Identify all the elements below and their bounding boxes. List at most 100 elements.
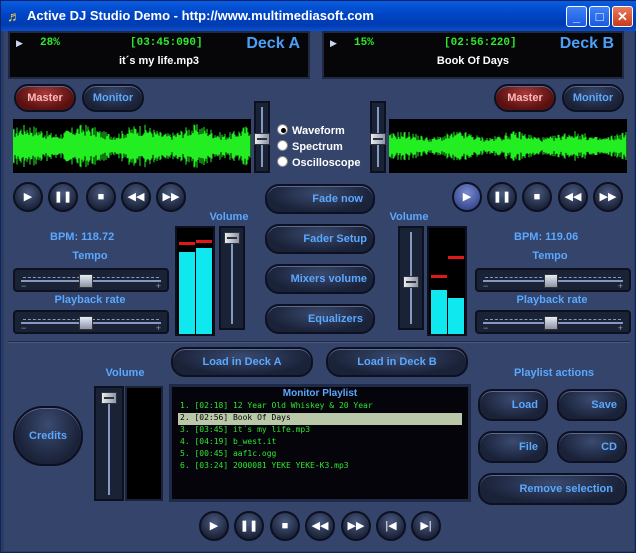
monitor-volume-label: Volume: [105, 367, 145, 379]
close-button[interactable]: ✕: [612, 6, 633, 27]
playlist-pause-button[interactable]: ❚❚: [234, 511, 264, 541]
deck-b-play-button[interactable]: ▶: [452, 182, 482, 212]
deck-a-play-button[interactable]: ▶: [13, 182, 43, 212]
slider-min-mark: −: [483, 281, 489, 291]
deck-b-vu-meter: [427, 226, 467, 336]
playlist-item[interactable]: 2. [02:56] Book Of Days: [178, 413, 462, 425]
deck-a-tempo-slider[interactable]: − +: [13, 268, 169, 292]
slider-thumb[interactable]: [101, 392, 117, 404]
deck-b-song: Book Of Days: [436, 55, 510, 67]
deck-b-display: ▶ 15% [02:56:220] Deck B Book Of Days: [322, 31, 624, 79]
deck-b-master-button[interactable]: Master: [494, 84, 556, 112]
playlist-item[interactable]: 5. [00:45] aaf1c.ogg: [178, 449, 462, 461]
waveform-trace: [13, 124, 251, 168]
monitor-playlist[interactable]: Monitor Playlist 1. [02:18] 12 Year Old …: [169, 384, 471, 502]
slider-thumb[interactable]: [544, 274, 558, 288]
deck-b-volume-slider[interactable]: [398, 226, 424, 330]
display-mode-waveform[interactable]: Waveform: [277, 124, 377, 139]
slider-thumb[interactable]: [544, 316, 558, 330]
load-in-deck-b-button[interactable]: Load in Deck B: [326, 347, 468, 377]
slider-track: [108, 392, 110, 495]
playlist-save-button[interactable]: Save: [557, 389, 627, 421]
deck-a-vu-meter: [175, 226, 215, 336]
playlist-item[interactable]: 3. [03:45] it´s my life.mp3: [178, 425, 462, 437]
deck-a-song: it´s my life.mp3: [118, 55, 200, 67]
playlist-previous-button[interactable]: |◀: [376, 511, 406, 541]
deck-a-tempo-label: Tempo: [72, 250, 108, 262]
playlist-stop-button[interactable]: ■: [270, 511, 300, 541]
deck-a-forward-button[interactable]: ▶▶: [156, 182, 186, 212]
radio-icon: [277, 156, 288, 167]
section-divider: [8, 341, 630, 343]
deck-a-rate-slider[interactable]: − +: [13, 310, 169, 334]
playlist-rewind-button[interactable]: ◀◀: [305, 511, 335, 541]
playlist-forward-button[interactable]: ▶▶: [341, 511, 371, 541]
deck-a-rate-label: Playback rate: [54, 294, 126, 306]
slider-min-mark: −: [483, 323, 489, 333]
load-in-deck-a-button[interactable]: Load in Deck A: [171, 347, 313, 377]
deck-b-pause-button[interactable]: ❚❚: [487, 182, 517, 212]
deck-b-rate-label: Playback rate: [516, 294, 588, 306]
mixers-volume-button[interactable]: Mixers volume: [265, 264, 375, 294]
vu-peak-right: [448, 256, 464, 259]
deck-b-volume-label: Volume: [389, 211, 429, 223]
slider-min-mark: −: [21, 281, 27, 291]
deck-b-forward-button[interactable]: ▶▶: [593, 182, 623, 212]
deck-a-bpm: BPM: 118.72: [50, 231, 115, 243]
remove-selection-button[interactable]: Remove selection: [478, 473, 627, 505]
title-bar[interactable]: ♬ Active DJ Studio Demo - http://www.mul…: [1, 1, 636, 31]
minimize-button[interactable]: _: [566, 6, 587, 27]
playlist-file-button[interactable]: File: [478, 431, 548, 463]
monitor-volume-slider[interactable]: [94, 386, 124, 501]
playlist-item[interactable]: 1. [02:18] 12 Year Old Whiskey & 20 Year: [178, 401, 462, 413]
deck-a-pitch-slider[interactable]: [254, 101, 270, 173]
deck-a-volume-slider[interactable]: [219, 226, 245, 330]
deck-a-stop-button[interactable]: ■: [86, 182, 116, 212]
deck-b-rewind-button[interactable]: ◀◀: [558, 182, 588, 212]
fade-now-button[interactable]: Fade now: [265, 184, 375, 214]
slider-thumb[interactable]: [254, 133, 270, 145]
playlist-item[interactable]: 4. [04:19] b_west.it: [178, 437, 462, 449]
display-mode-spectrum[interactable]: Spectrum: [277, 140, 377, 155]
display-mode-oscilloscope[interactable]: Oscilloscope: [277, 156, 377, 171]
maximize-button[interactable]: □: [589, 6, 610, 27]
playlist-item[interactable]: 6. [03:24] 2000081 YEKE YEKE-K3.mp3: [178, 461, 462, 473]
deck-b-rate-slider[interactable]: − +: [475, 310, 631, 334]
slider-thumb[interactable]: [79, 316, 93, 330]
app-window: ♬ Active DJ Studio Demo - http://www.mul…: [0, 0, 636, 553]
playlist-play-button[interactable]: ▶: [199, 511, 229, 541]
credits-button[interactable]: Credits: [13, 406, 83, 466]
radio-label: Spectrum: [292, 141, 343, 153]
deck-b-tempo-slider[interactable]: − +: [475, 268, 631, 292]
deck-a-waveform[interactable]: [13, 119, 251, 173]
equalizers-button[interactable]: Equalizers: [265, 304, 375, 334]
slider-thumb[interactable]: [224, 232, 240, 244]
slider-thumb[interactable]: [403, 276, 419, 288]
waveform-trace: [389, 131, 627, 161]
app-icon[interactable]: ♬: [7, 8, 23, 24]
deck-a-percent: 28%: [40, 37, 60, 49]
deck-a-rewind-button[interactable]: ◀◀: [121, 182, 151, 212]
deck-a-monitor-button[interactable]: Monitor: [82, 84, 144, 112]
deck-b-waveform[interactable]: [389, 119, 627, 173]
vu-bar-right: [448, 298, 464, 334]
vu-bar-right: [196, 248, 212, 334]
deck-b-percent: 15%: [354, 37, 374, 49]
radio-selected-icon: [277, 124, 288, 135]
deck-b-monitor-button[interactable]: Monitor: [562, 84, 624, 112]
deck-a-master-button[interactable]: Master: [14, 84, 76, 112]
window-title: Active DJ Studio Demo - http://www.multi…: [27, 8, 374, 23]
vu-peak-left: [431, 275, 447, 278]
playlist-actions-label: Playlist actions: [513, 367, 595, 379]
fader-setup-button[interactable]: Fader Setup: [265, 224, 375, 254]
playlist-cd-button[interactable]: CD: [557, 431, 627, 463]
slider-max-mark: +: [155, 323, 161, 333]
slider-thumb[interactable]: [79, 274, 93, 288]
playlist-load-button[interactable]: Load: [478, 389, 548, 421]
deck-a-pause-button[interactable]: ❚❚: [48, 182, 78, 212]
deck-b-stop-button[interactable]: ■: [522, 182, 552, 212]
playlist-next-button[interactable]: ▶|: [411, 511, 441, 541]
slider-max-mark: +: [617, 323, 623, 333]
slider-max-mark: +: [617, 281, 623, 291]
deck-b-play-indicator-icon: ▶: [330, 38, 337, 48]
